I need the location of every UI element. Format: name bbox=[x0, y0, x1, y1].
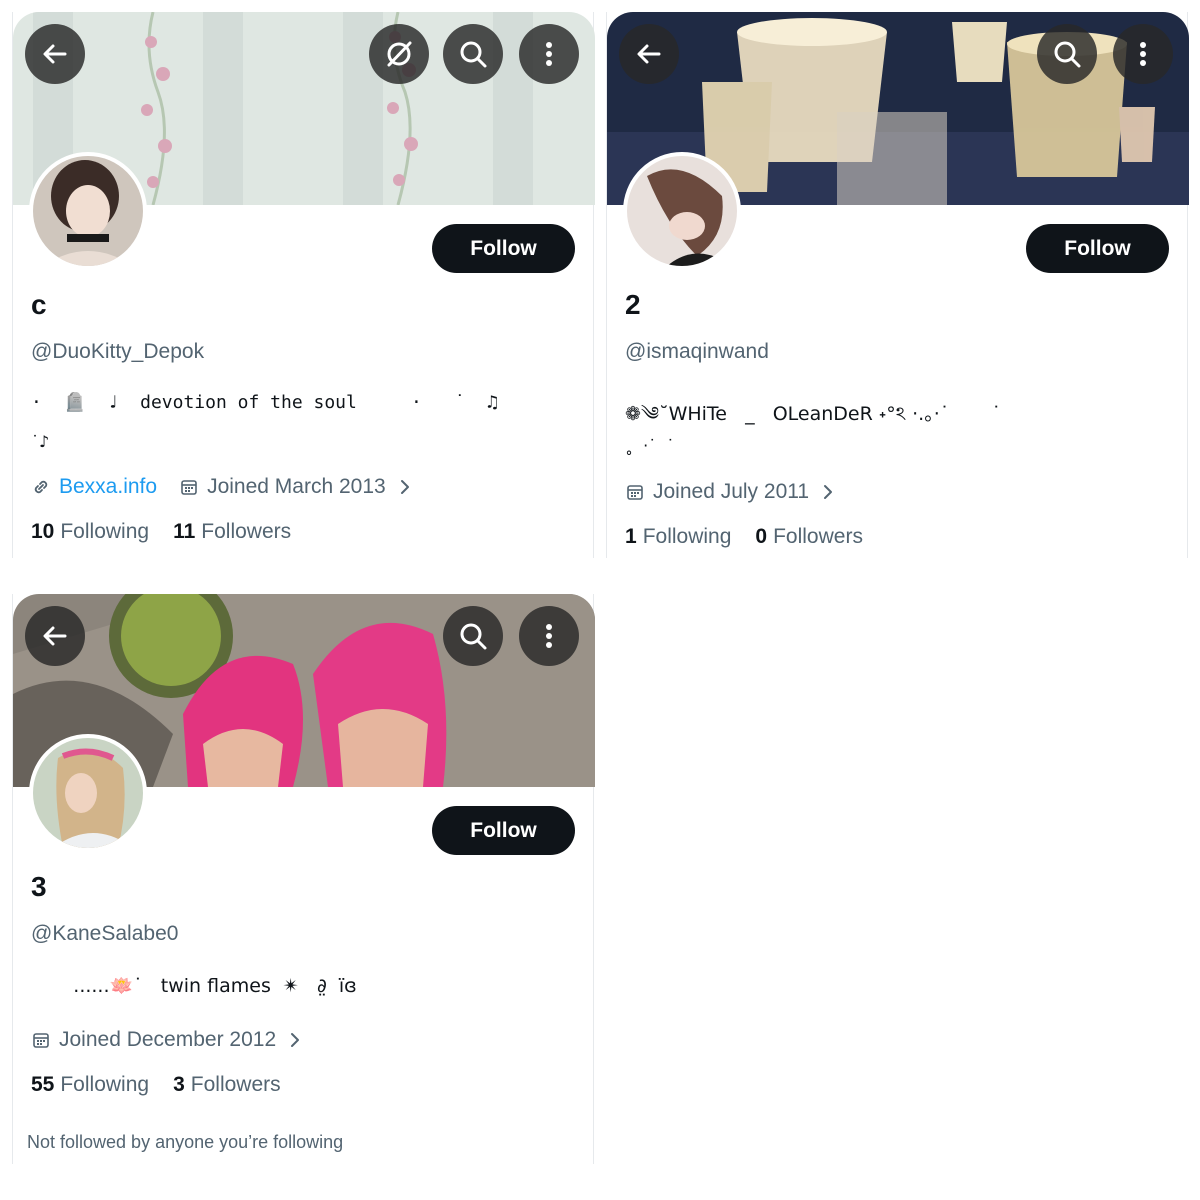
back-button[interactable] bbox=[25, 606, 85, 666]
followers-stat[interactable]: 11 Followers bbox=[173, 520, 291, 544]
back-arrow-icon bbox=[43, 44, 67, 64]
chevron-right-icon[interactable] bbox=[819, 483, 837, 501]
joined-date: Joined July 2011 bbox=[653, 480, 810, 503]
profile-card-3: Follow 3 @KaneSalabe0 ......🪷˙ twin flam… bbox=[12, 594, 595, 1164]
search-icon bbox=[460, 41, 487, 68]
mutual-followers-note: Not followed by anyone you’re following bbox=[27, 1132, 344, 1152]
handle: @DuoKitty_Depok bbox=[31, 340, 205, 363]
follow-button[interactable]: Follow bbox=[432, 806, 575, 855]
link-icon bbox=[34, 480, 48, 494]
joined-date: Joined March 2013 bbox=[207, 475, 386, 498]
profile-card-2: Follow 2 @ismaqinwand ❁༄˘WHiTe _ OLeanDe… bbox=[606, 12, 1189, 558]
search-button[interactable] bbox=[443, 606, 503, 666]
calendar-icon bbox=[181, 480, 197, 495]
chevron-right-icon[interactable] bbox=[396, 478, 414, 496]
bio-line-2: ˳ ·˙ ˙ bbox=[625, 436, 675, 455]
following-stat[interactable]: 1 Following bbox=[625, 525, 731, 549]
more-button[interactable] bbox=[1113, 24, 1173, 84]
avatar[interactable] bbox=[29, 734, 147, 852]
follow-button[interactable]: Follow bbox=[432, 224, 575, 273]
following-stat[interactable]: 55 Following bbox=[31, 1073, 149, 1097]
search-button[interactable] bbox=[443, 24, 503, 84]
follow-button[interactable]: Follow bbox=[1026, 224, 1169, 273]
back-arrow-icon bbox=[43, 626, 67, 646]
followers-stat[interactable]: 0 Followers bbox=[755, 525, 863, 549]
bio: ❁༄˘WHiTe _ OLeanDeR ˖°ঽ ·.。·˙ ˙ bbox=[625, 403, 1002, 425]
chevron-right-icon[interactable] bbox=[286, 1031, 304, 1049]
search-icon bbox=[1054, 41, 1081, 68]
display-name: c bbox=[31, 289, 47, 320]
more-button[interactable] bbox=[519, 606, 579, 666]
avatar[interactable] bbox=[623, 152, 741, 270]
search-icon bbox=[460, 623, 487, 650]
back-arrow-icon bbox=[637, 44, 661, 64]
bio-line-2: ˙♪ bbox=[31, 432, 50, 451]
back-button[interactable] bbox=[25, 24, 85, 84]
follow-stats: 55 Following 3 Followers bbox=[31, 1073, 281, 1097]
profile-meta: Joined December 2012 bbox=[31, 1028, 304, 1052]
bio: ......🪷˙ twin flames ✴ ∂̤ ïɞ bbox=[31, 975, 357, 997]
more-icon bbox=[546, 42, 552, 66]
profile-meta: Joined July 2011 bbox=[625, 480, 837, 504]
avatar[interactable] bbox=[29, 152, 147, 270]
profile-card-c: Follow c @DuoKitty_Depok · 🪦 ♩ devotion … bbox=[12, 12, 595, 558]
following-stat[interactable]: 10 Following bbox=[31, 520, 149, 544]
more-icon bbox=[1140, 42, 1146, 66]
followers-stat[interactable]: 3 Followers bbox=[173, 1073, 281, 1097]
back-button[interactable] bbox=[619, 24, 679, 84]
display-name: 2 bbox=[625, 289, 641, 320]
more-icon bbox=[546, 624, 552, 648]
handle: @KaneSalabe0 bbox=[31, 922, 179, 945]
handle: @ismaqinwand bbox=[625, 340, 769, 363]
joined-date: Joined December 2012 bbox=[59, 1028, 277, 1051]
calendar-icon bbox=[33, 1033, 49, 1048]
grok-button[interactable] bbox=[369, 24, 429, 84]
display-name: 3 bbox=[31, 871, 47, 902]
search-button[interactable] bbox=[1037, 24, 1097, 84]
grok-icon bbox=[387, 41, 412, 67]
follow-stats: 10 Following 11 Followers bbox=[31, 520, 291, 544]
calendar-icon bbox=[627, 485, 643, 500]
follow-stats: 1 Following 0 Followers bbox=[625, 525, 863, 549]
more-button[interactable] bbox=[519, 24, 579, 84]
bio: · 🪦 ♩ devotion of the soul · ˙ ♫ bbox=[31, 392, 498, 413]
profile-meta: Bexxa.info Joined March 2013 bbox=[31, 475, 414, 499]
profile-link[interactable]: Bexxa.info bbox=[59, 475, 157, 499]
